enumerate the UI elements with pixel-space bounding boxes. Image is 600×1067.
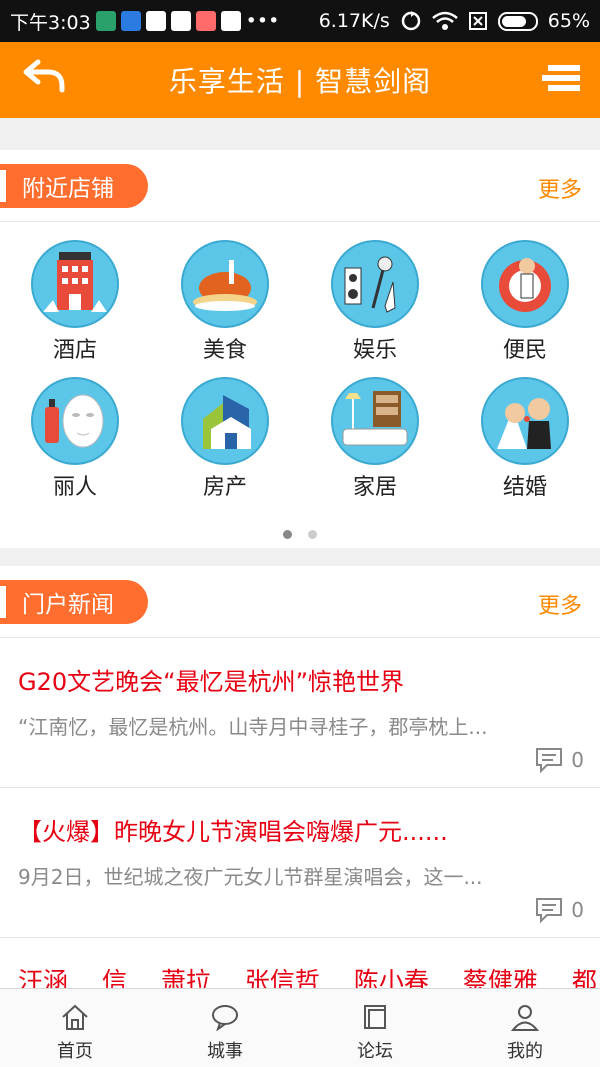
app-icon	[120, 11, 141, 31]
nav-forum[interactable]: 论坛	[300, 989, 450, 1067]
category-label: 便民	[502, 338, 547, 363]
section-tab: 附近店铺	[0, 164, 148, 208]
news-ticker[interactable]: 汪涵 信 萧拉 张信哲 陈小春 蔡健雅 都	[0, 940, 600, 988]
nav-label: 城事	[207, 1041, 243, 1062]
news-item[interactable]: 【火爆】昨晚女儿节演唱会嗨爆广元...... 9月2日，世纪城之夜广元女儿节群星…	[0, 788, 600, 938]
nav-label: 我的	[507, 1041, 543, 1062]
wifi-icon	[431, 11, 458, 30]
nav-label: 论坛	[357, 1041, 393, 1062]
home-furnishing-icon	[331, 377, 419, 465]
wedding-icon	[481, 377, 569, 465]
menu-icon[interactable]	[540, 62, 580, 98]
home-icon	[62, 1004, 88, 1030]
pager-dot[interactable]	[308, 530, 317, 539]
news-section: 门户新闻 更多 G20文艺晚会“最忆是杭州”惊艳世界 “江南忆，最忆是杭州。山寺…	[0, 566, 600, 940]
sim-icon	[95, 11, 116, 31]
app-header: 乐享生活 | 智慧剑阁	[0, 42, 600, 118]
nearby-shops-section: 附近店铺 更多 酒店 美食 娱乐 便民 丽人 房产 家居 结婚	[0, 150, 600, 548]
ticker-name: 陈小春	[353, 967, 429, 988]
ticker-name: 蔡健雅	[462, 967, 538, 988]
real-estate-icon	[181, 377, 269, 465]
ticker-name: 汪涵	[18, 967, 69, 988]
more-link[interactable]: 更多	[538, 172, 582, 204]
category-entertainment[interactable]: 娱乐	[300, 240, 450, 376]
category-real-estate[interactable]: 房产	[150, 377, 300, 513]
app-icon	[195, 11, 216, 31]
category-grid: 酒店 美食 娱乐 便民 丽人 房产 家居 结婚	[0, 222, 600, 547]
ticker-name: 张信哲	[244, 967, 320, 988]
sync-icon	[401, 11, 421, 31]
pager-dots	[0, 530, 600, 539]
play-icon	[145, 11, 166, 31]
category-label: 娱乐	[352, 338, 397, 363]
page-title: 乐享生活 | 智慧剑阁	[168, 65, 432, 98]
beauty-icon	[31, 377, 119, 465]
ticker-name: 都	[571, 967, 597, 988]
category-food[interactable]: 美食	[150, 240, 300, 376]
nav-home[interactable]: 首页	[0, 989, 150, 1067]
comment-icon	[536, 898, 563, 923]
category-convenience[interactable]: 便民	[450, 240, 600, 376]
section-header: 门户新闻 更多	[0, 566, 600, 638]
category-home-furnishing[interactable]: 家居	[300, 377, 450, 513]
category-label: 丽人	[52, 475, 97, 500]
pager-dot-active[interactable]	[283, 530, 292, 539]
ticker-name: 信	[101, 967, 127, 988]
news-summary: 9月2日，世纪城之夜广元女儿节群星演唱会，这一...	[18, 865, 483, 889]
user-icon	[510, 1005, 540, 1031]
no-sim-icon	[468, 12, 487, 30]
category-label: 酒店	[52, 338, 97, 363]
more-link[interactable]: 更多	[538, 588, 582, 620]
comment-number: 0	[571, 898, 584, 922]
network-speed: 6.17K/s	[318, 10, 390, 32]
section-tab: 门户新闻	[0, 580, 148, 624]
nav-label: 首页	[57, 1041, 93, 1062]
news-title: G20文艺晚会“最忆是杭州”惊艳世界	[18, 668, 405, 696]
food-icon	[181, 240, 269, 328]
ticker-name: 萧拉	[160, 967, 211, 988]
comment-number: 0	[571, 748, 584, 772]
battery-icon	[497, 11, 538, 31]
entertainment-icon	[331, 240, 419, 328]
comment-count: 0	[535, 747, 584, 773]
play-icon	[170, 11, 191, 31]
comment-icon	[536, 748, 563, 773]
bottom-nav: 首页 城事 论坛 我的	[0, 988, 600, 1067]
play-icon	[220, 11, 241, 31]
news-title: 【火爆】昨晚女儿节演唱会嗨爆广元......	[18, 818, 448, 846]
news-summary: “江南忆，最忆是杭州。山寺月中寻桂子，郡亭枕上...	[18, 715, 488, 739]
status-time: 下午3:03	[10, 11, 91, 34]
category-label: 结婚	[502, 475, 547, 500]
news-item[interactable]: G20文艺晚会“最忆是杭州”惊艳世界 “江南忆，最忆是杭州。山寺月中寻桂子，郡亭…	[0, 638, 600, 788]
section-header: 附近店铺 更多	[0, 150, 600, 222]
category-wedding[interactable]: 结婚	[450, 377, 600, 513]
status-bar: 下午3:03 ••• 6.17K/s 65%	[0, 0, 600, 42]
hotel-icon	[31, 240, 119, 328]
more-icon: •••	[245, 10, 280, 32]
battery-level: 65%	[547, 10, 590, 32]
category-beauty[interactable]: 丽人	[0, 377, 150, 513]
comment-count: 0	[535, 897, 584, 923]
category-label: 房产	[202, 475, 247, 500]
forum-icon	[364, 1005, 386, 1029]
nav-mine[interactable]: 我的	[450, 989, 600, 1067]
nav-city-news[interactable]: 城事	[150, 989, 300, 1067]
category-label: 家居	[352, 475, 397, 500]
category-hotel[interactable]: 酒店	[0, 240, 150, 376]
convenience-icon	[481, 240, 569, 328]
category-label: 美食	[202, 338, 247, 363]
back-icon[interactable]	[22, 56, 66, 100]
chat-bubble-icon	[212, 1005, 238, 1031]
